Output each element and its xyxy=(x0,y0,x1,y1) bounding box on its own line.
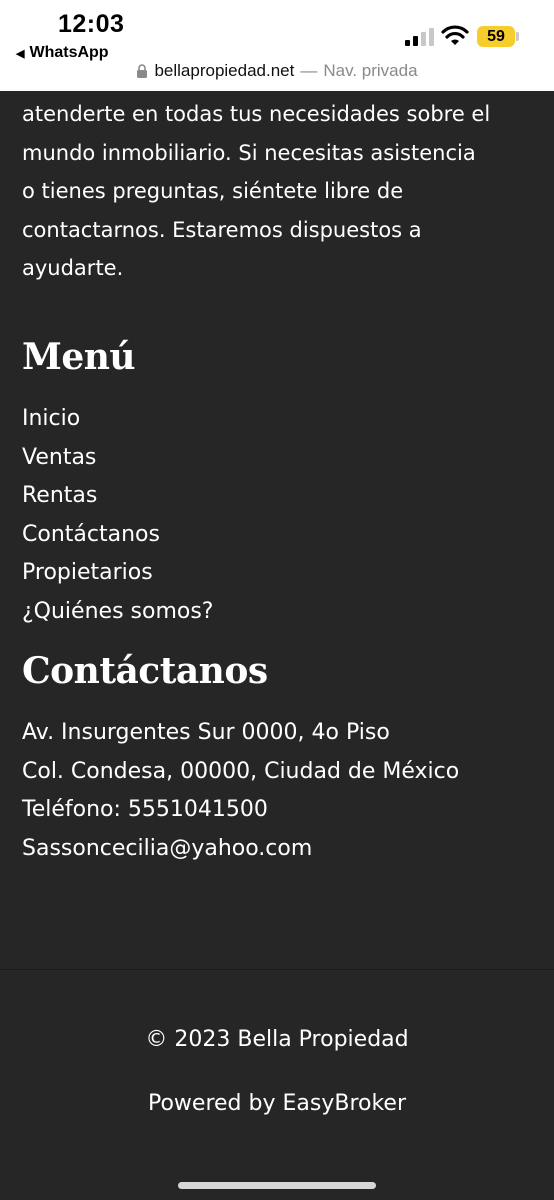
status-time: 12:03 xyxy=(58,10,125,38)
url-separator: — xyxy=(300,61,318,80)
footer-divider xyxy=(0,969,554,970)
footer-menu: Inicio Ventas Rentas Contáctanos Propiet… xyxy=(22,400,213,631)
private-mode-label: Nav. privada xyxy=(323,61,418,80)
cellular-signal-icon xyxy=(405,28,434,46)
menu-item-contactanos[interactable]: Contáctanos xyxy=(22,516,213,555)
copyright-text: © 2023 Bella Propiedad xyxy=(145,1027,409,1052)
menu-heading: Menú xyxy=(22,336,136,378)
battery-icon: 59 xyxy=(477,26,515,47)
menu-item-ventas[interactable]: Ventas xyxy=(22,439,213,478)
menu-item-inicio[interactable]: Inicio xyxy=(22,400,213,439)
address-line-2: Col. Condesa, 00000, Ciudad de México xyxy=(22,758,460,784)
lock-icon xyxy=(137,64,148,78)
powered-by-link[interactable]: Powered by EasyBroker xyxy=(0,1091,554,1116)
menu-item-quienes-somos[interactable]: ¿Quiénes somos? xyxy=(22,593,213,632)
battery-cap xyxy=(516,32,519,41)
intro-section: atenderte en todas tus necesidades sobre… xyxy=(22,95,542,288)
menu-item-rentas[interactable]: Rentas xyxy=(22,477,213,516)
email-link[interactable]: Sassoncecilia@yahoo.com xyxy=(22,830,459,869)
url-domain: bellapropiedad.net xyxy=(154,61,295,80)
contact-heading: Contáctanos xyxy=(22,650,268,692)
menu-item-propietarios[interactable]: Propietarios xyxy=(22,554,213,593)
phone-link[interactable]: Teléfono: 5551041500 xyxy=(22,791,459,830)
browser-top-bar: 12:03 ◀ WhatsApp 59 bellapropiedad.net —… xyxy=(0,0,554,91)
battery-level: 59 xyxy=(487,27,505,45)
url-bar[interactable]: bellapropiedad.net — Nav. privada xyxy=(0,58,554,84)
home-indicator[interactable] xyxy=(178,1182,376,1189)
address-line-1: Av. Insurgentes Sur 0000, 4o Piso xyxy=(22,720,390,745)
contact-info: Av. Insurgentes Sur 0000, 4o Piso Col. C… xyxy=(22,714,459,868)
intro-paragraph: atenderte en todas tus necesidades sobre… xyxy=(22,102,491,280)
wifi-icon xyxy=(441,25,469,45)
